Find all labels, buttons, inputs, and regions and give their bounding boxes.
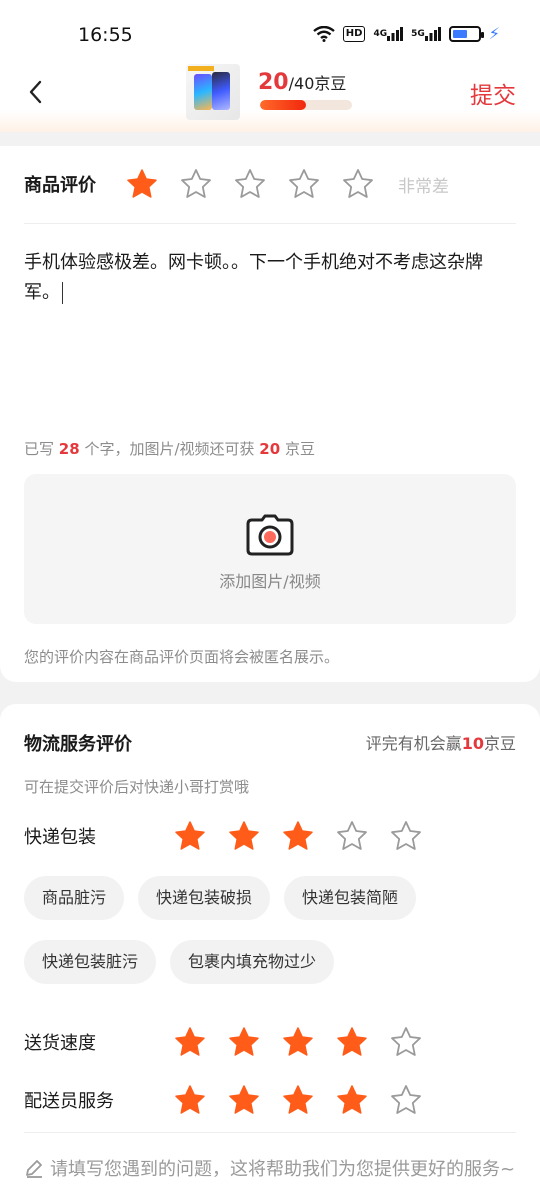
beans-progress-fill xyxy=(260,100,306,110)
add-media-label: 添加图片/视频 xyxy=(219,572,321,591)
char-count-hint: 已写 28 个字，加图片/视频还可获 20 京豆 xyxy=(24,438,315,459)
camera-icon xyxy=(246,514,294,556)
star-filled-icon[interactable] xyxy=(336,1084,368,1116)
beans-counter: 20 /40京豆 xyxy=(258,70,346,95)
rating-row-packaging: 快递包装 xyxy=(24,820,444,852)
star-filled-icon[interactable] xyxy=(282,820,314,852)
rating-row-label: 送货速度 xyxy=(24,1033,96,1054)
count-suffix: 京豆 xyxy=(284,440,315,458)
product-thumbnail[interactable] xyxy=(186,64,240,120)
product-rating-row: 商品评价 非常差 xyxy=(24,168,516,200)
star-empty-icon[interactable] xyxy=(390,1084,422,1116)
promo-prefix: 评完有机会赢 xyxy=(365,734,462,753)
problem-placeholder: 请填写您遇到的问题，这将帮助我们为您提供更好的服务~ xyxy=(50,1159,516,1180)
signal-4g-icon: 4G xyxy=(373,26,404,41)
packaging-star-rating xyxy=(174,820,444,852)
star-filled-icon[interactable] xyxy=(282,1026,314,1058)
star-empty-icon[interactable] xyxy=(234,168,266,200)
star-empty-icon[interactable] xyxy=(336,820,368,852)
star-empty-icon[interactable] xyxy=(342,168,374,200)
review-text-content: 手机体验感极差。网卡顿。。下一个手机绝对不考虑这杂牌军。 xyxy=(24,252,483,303)
rating-text: 非常差 xyxy=(398,176,449,197)
add-media-button[interactable]: 添加图片/视频 xyxy=(24,474,516,624)
star-empty-icon[interactable] xyxy=(180,168,212,200)
rating-row-label: 配送员服务 xyxy=(24,1091,114,1112)
issue-tags: 商品脏污 快递包装破损 快递包装简陋 快递包装脏污 包裹内填充物过少 xyxy=(24,876,524,1004)
logistics-review-card: 物流服务评价 评完有机会赢10京豆 可在提交评价后对快递小哥打赏哦 快递包装 商… xyxy=(0,704,540,1200)
tag-chip[interactable]: 快递包装破损 xyxy=(138,876,271,920)
logistics-promo: 评完有机会赢10京豆 xyxy=(366,730,516,754)
star-filled-icon[interactable] xyxy=(174,1026,206,1058)
courier-star-rating xyxy=(174,1084,444,1116)
wifi-icon xyxy=(313,25,335,42)
logistics-subtitle: 可在提交评价后对快递小哥打赏哦 xyxy=(24,778,250,796)
count-middle: 个字，加图片/视频还可获 xyxy=(84,440,255,458)
star-filled-icon[interactable] xyxy=(228,1026,260,1058)
star-filled-icon[interactable] xyxy=(174,1084,206,1116)
beans-total: /40京豆 xyxy=(288,74,347,93)
tag-chip[interactable]: 快递包装脏污 xyxy=(24,940,157,984)
count-chars: 28 xyxy=(58,440,80,458)
product-rating-title: 商品评价 xyxy=(24,175,96,196)
tag-chip[interactable]: 商品脏污 xyxy=(24,876,125,920)
header: 20 /40京豆 提交 xyxy=(0,60,540,132)
divider xyxy=(24,223,516,224)
star-filled-icon[interactable] xyxy=(174,820,206,852)
back-arrow-icon[interactable] xyxy=(22,74,52,110)
star-filled-icon[interactable] xyxy=(228,1084,260,1116)
promo-num: 10 xyxy=(461,734,484,753)
thumbnail-phone-front xyxy=(212,72,230,110)
status-time: 16:55 xyxy=(78,24,133,46)
star-filled-icon[interactable] xyxy=(228,820,260,852)
hd-icon: HD xyxy=(342,25,366,42)
star-filled-icon[interactable] xyxy=(336,1026,368,1058)
beans-progress-bar xyxy=(260,100,352,110)
submit-button[interactable]: 提交 xyxy=(470,76,516,110)
rating-row-label: 快递包装 xyxy=(24,827,96,848)
signal-5g-icon: 5G xyxy=(411,26,441,41)
charging-icon: ⚡ xyxy=(488,24,500,43)
beans-current: 20 xyxy=(258,70,289,95)
product-review-card: 商品评价 非常差 手机体验感极差。网卡顿。。下一个手机绝对不考虑这杂牌军。 已写… xyxy=(0,146,540,682)
net2-label: 5G xyxy=(411,28,425,39)
product-star-rating xyxy=(126,168,396,200)
thumbnail-phone-back xyxy=(194,74,212,110)
logistics-title: 物流服务评价 xyxy=(24,734,132,755)
battery-icon xyxy=(448,25,484,42)
count-beans: 20 xyxy=(259,440,281,458)
star-filled-icon[interactable] xyxy=(282,1084,314,1116)
text-cursor xyxy=(62,282,63,304)
star-empty-icon[interactable] xyxy=(390,1026,422,1058)
status-bar: 16:55 HD 4G 5G ⚡ xyxy=(0,0,540,60)
tag-chip[interactable]: 包裹内填充物过少 xyxy=(170,940,335,984)
anonymous-note: 您的评价内容在商品评价页面将会被匿名展示。 xyxy=(24,648,340,666)
count-prefix: 已写 xyxy=(24,440,55,458)
speed-star-rating xyxy=(174,1026,444,1058)
star-filled-icon[interactable] xyxy=(126,168,158,200)
pencil-icon xyxy=(26,1160,42,1178)
promo-suffix: 京豆 xyxy=(483,734,516,753)
star-empty-icon[interactable] xyxy=(390,820,422,852)
problem-input[interactable]: 请填写您遇到的问题，这将帮助我们为您提供更好的服务~ xyxy=(24,1156,524,1184)
rating-row-courier: 配送员服务 xyxy=(24,1084,444,1116)
status-icons: HD 4G 5G ⚡ xyxy=(313,24,500,43)
divider xyxy=(24,1132,516,1133)
star-empty-icon[interactable] xyxy=(288,168,320,200)
rating-row-speed: 送货速度 xyxy=(24,1026,444,1058)
review-textarea[interactable]: 手机体验感极差。网卡顿。。下一个手机绝对不考虑这杂牌军。 xyxy=(24,248,516,308)
net1-label: 4G xyxy=(373,28,388,39)
thumbnail-tag xyxy=(188,66,214,71)
tag-chip[interactable]: 快递包装简陋 xyxy=(284,876,417,920)
